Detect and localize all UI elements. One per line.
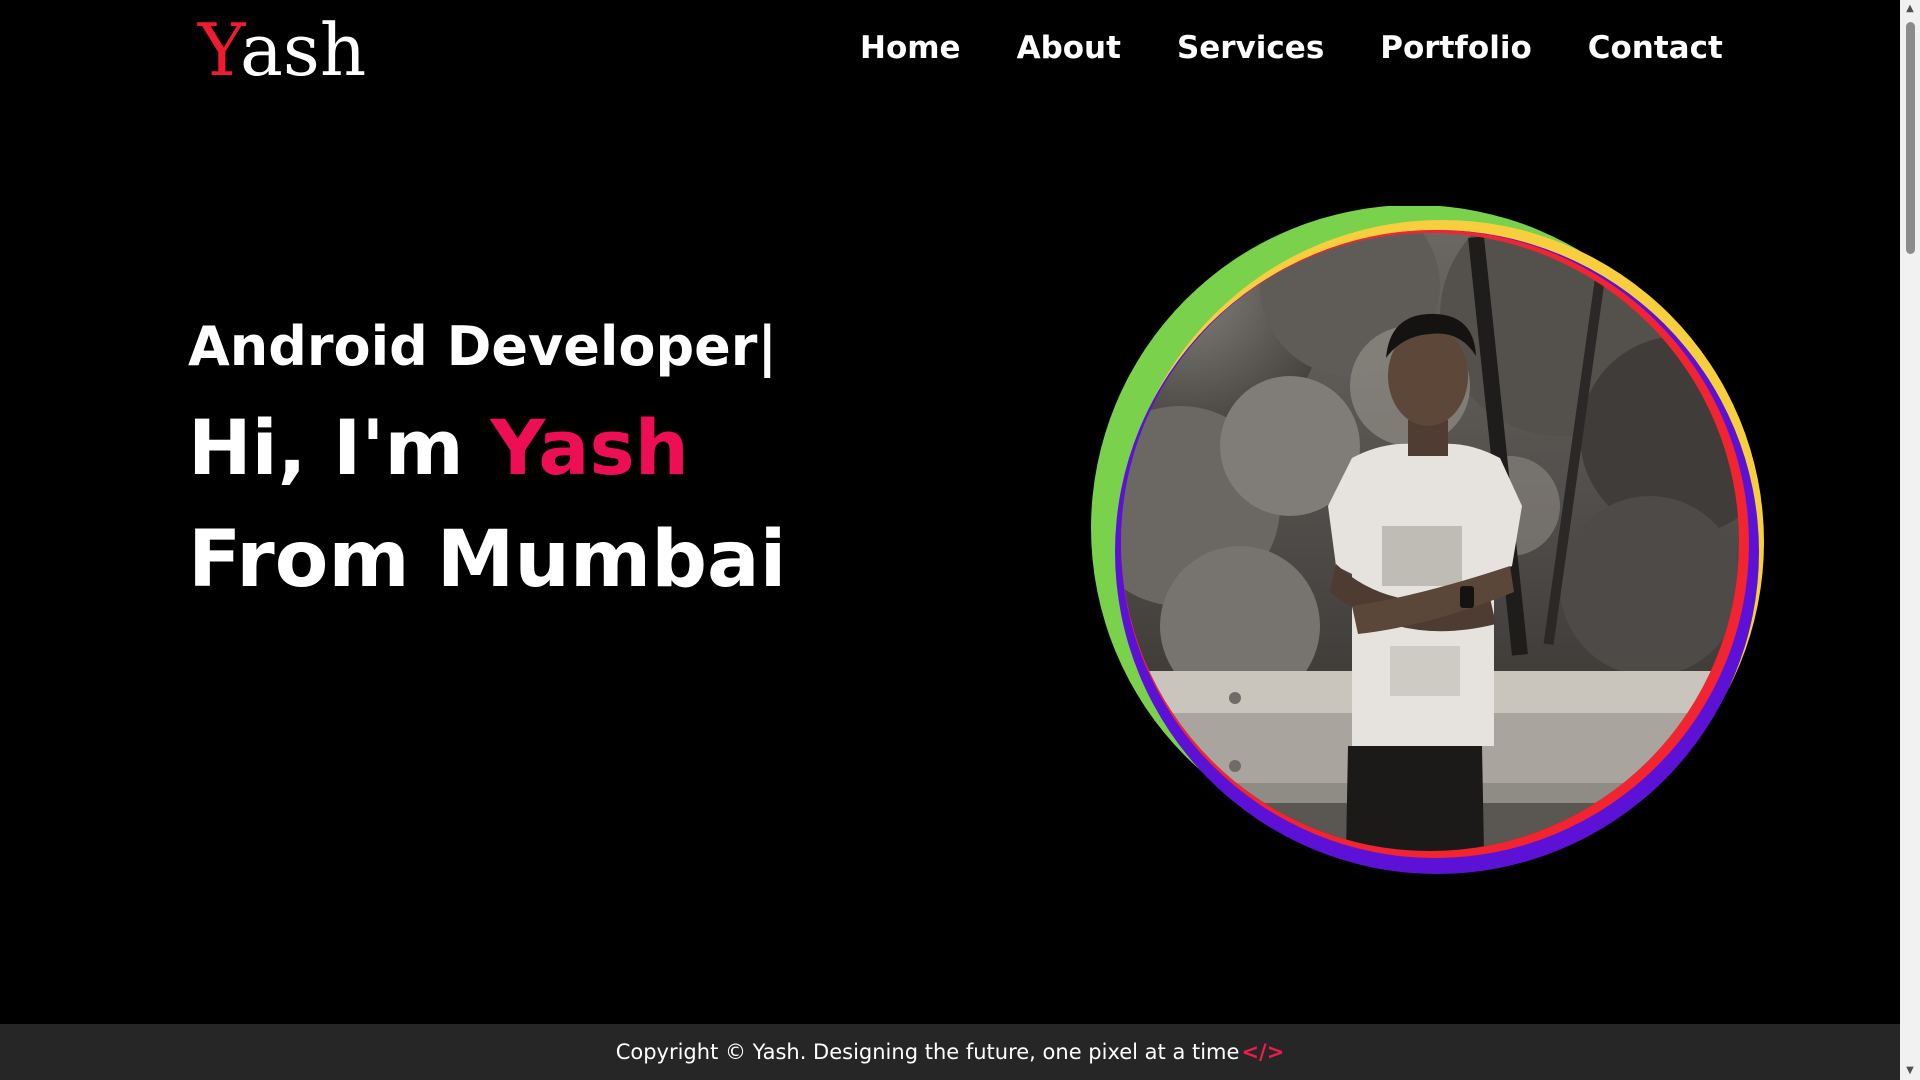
scroll-thumb[interactable] (1906, 22, 1915, 254)
footer-copyright: Copyright © Yash. Designing the future, … (615, 1040, 1240, 1064)
greeting-line: Hi, I'm Yash (188, 394, 786, 502)
location-line: From Mumbai (188, 515, 787, 605)
page: Yash Home About Services Portfolio Conta… (0, 0, 1920, 1080)
typing-caret: | (757, 315, 778, 378)
nav-home-link[interactable]: Home (860, 20, 961, 76)
site-footer: Copyright © Yash. Designing the future, … (0, 1024, 1900, 1080)
typed-role: Android Developer| (188, 300, 786, 394)
scroll-down-arrow-icon[interactable]: ▼ (1900, 1062, 1920, 1080)
code-brackets-icon: </> (1241, 1040, 1285, 1064)
logo-first-letter: Y (198, 8, 240, 92)
scroll-up-arrow-icon[interactable]: ▲ (1900, 0, 1920, 18)
nav-about-link[interactable]: About (1017, 20, 1121, 76)
role-text: Android Developer (188, 315, 758, 378)
nav-portfolio-link[interactable]: Portfolio (1380, 20, 1531, 76)
greeting-text: Hi, I'm (188, 403, 464, 492)
hero-text: Android Developer| Hi, I'm Yash From Mum… (188, 300, 786, 618)
site-logo[interactable]: Yash (198, 6, 366, 94)
profile-photo-graphic (1091, 206, 1764, 874)
logo-rest: ash (239, 8, 367, 92)
main-nav: Home About Services Portfolio Contact (860, 20, 1723, 76)
nav-contact-link[interactable]: Contact (1588, 20, 1723, 76)
nav-services-link[interactable]: Services (1177, 20, 1324, 76)
hero-name: Yash (490, 403, 689, 492)
profile-photo (1090, 206, 1770, 876)
page-scrollbar[interactable]: ▲ ▼ (1900, 0, 1920, 1080)
